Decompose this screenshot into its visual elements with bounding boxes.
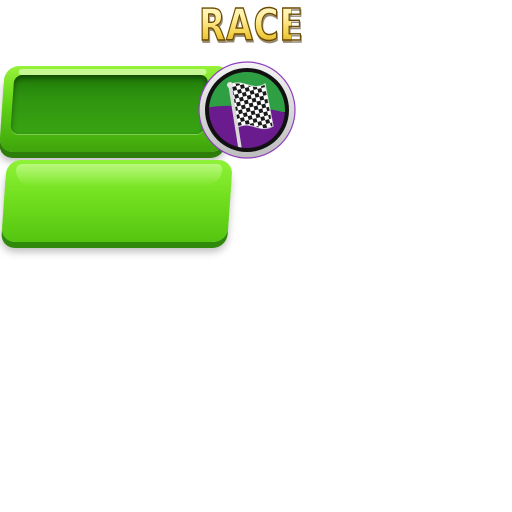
- race-button-normal[interactable]: [1, 160, 233, 242]
- button-inset-panel: [10, 75, 209, 134]
- race-title: RACE: [198, 0, 303, 54]
- checkered-flag-icon[interactable]: [197, 60, 297, 160]
- race-asset-sheet: RACE: [0, 0, 512, 512]
- button-shine: [15, 164, 223, 186]
